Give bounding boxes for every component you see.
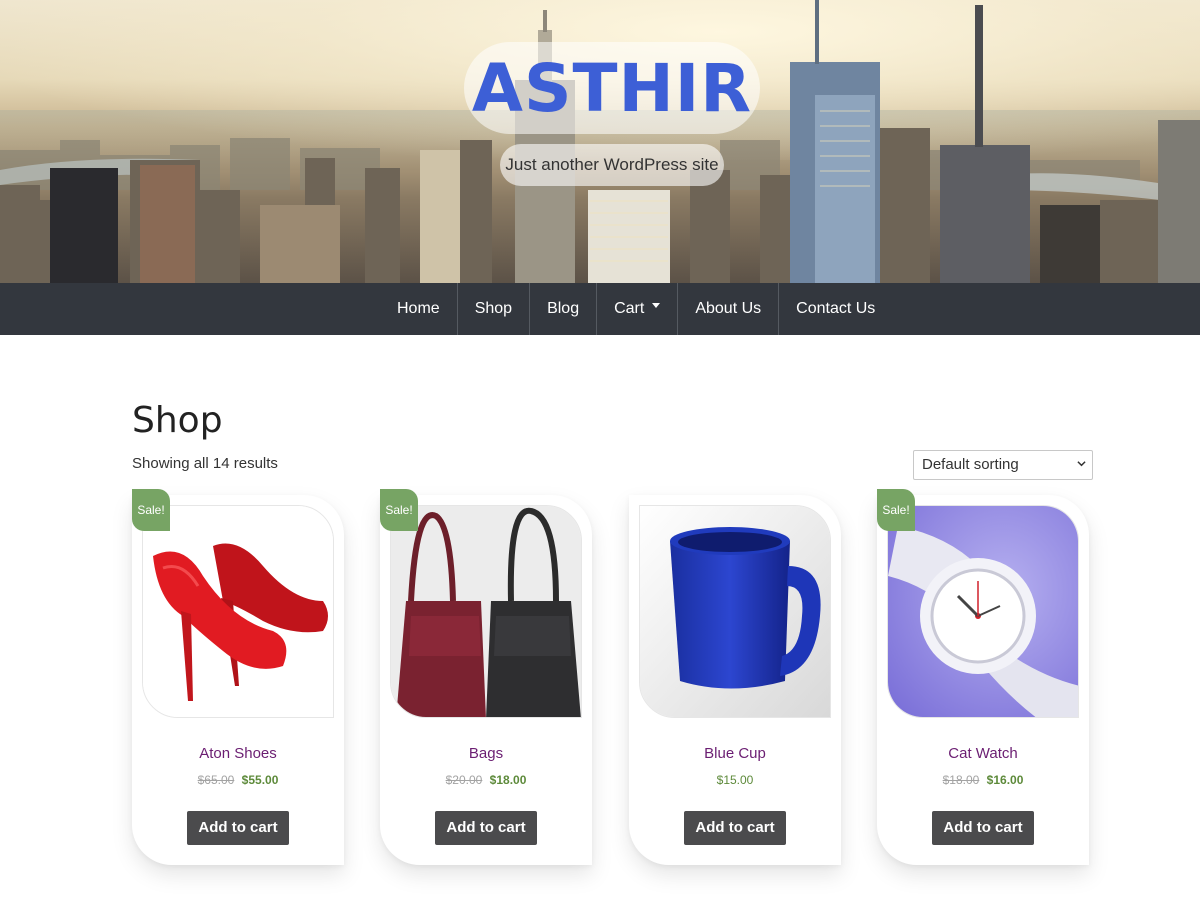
product-price: $18.00 $16.00 bbox=[877, 773, 1089, 787]
main-navigation: Home Shop Blog Cart About Us Contact Us bbox=[0, 283, 1200, 335]
dropdown-caret-icon[interactable] bbox=[652, 303, 661, 309]
sort-dropdown[interactable]: Default sorting bbox=[913, 450, 1093, 480]
chevron-down-icon bbox=[1077, 461, 1086, 467]
site-title[interactable]: ASTHIR bbox=[464, 50, 760, 127]
product-image-leather-bags[interactable] bbox=[390, 505, 582, 718]
product-title[interactable]: Cat Watch bbox=[877, 745, 1089, 762]
add-to-cart-button[interactable]: Add to cart bbox=[932, 811, 1034, 845]
add-to-cart-button[interactable]: Add to cart bbox=[684, 811, 786, 845]
add-to-cart-button[interactable]: Add to cart bbox=[435, 811, 537, 845]
header-banner: ASTHIR Just another WordPress site bbox=[0, 0, 1200, 283]
product-title[interactable]: Blue Cup bbox=[629, 745, 841, 762]
product-image-red-high-heels[interactable] bbox=[142, 505, 334, 718]
product-image-blue-mug[interactable] bbox=[639, 505, 831, 718]
nav-item-contact-us[interactable]: Contact Us bbox=[779, 283, 892, 335]
add-to-cart-button[interactable]: Add to cart bbox=[187, 811, 289, 845]
nav-item-cart[interactable]: Cart bbox=[597, 283, 679, 335]
product-price: $15.00 bbox=[629, 773, 841, 787]
nav-item-label: Contact Us bbox=[796, 300, 876, 317]
nav-item-home[interactable]: Home bbox=[380, 283, 458, 335]
nav-item-label: Shop bbox=[474, 300, 513, 317]
original-price: $65.00 bbox=[197, 773, 235, 787]
product-card[interactable]: Sale! Bags $20.00 $18.00 Add to cart bbox=[380, 489, 592, 865]
result-count: Showing all 14 results bbox=[132, 455, 278, 472]
sort-selected-value: Default sorting bbox=[922, 456, 1019, 473]
sale-price: $55.00 bbox=[241, 773, 279, 787]
product-card[interactable]: Blue Cup $15.00 Add to cart bbox=[629, 495, 841, 865]
sale-badge: Sale! bbox=[380, 489, 418, 531]
nav-item-label: About Us bbox=[695, 300, 762, 317]
original-price: $20.00 bbox=[445, 773, 483, 787]
product-card[interactable]: Sale! Aton Shoes $65.00 $55.00 Add to ca… bbox=[132, 489, 344, 865]
product-price: $65.00 $55.00 bbox=[132, 773, 344, 787]
original-price: $18.00 bbox=[942, 773, 980, 787]
nav-item-about-us[interactable]: About Us bbox=[678, 283, 780, 335]
site-tagline: Just another WordPress site bbox=[505, 155, 719, 174]
sale-price: $16.00 bbox=[986, 773, 1024, 787]
nav-item-label: Home bbox=[397, 300, 440, 317]
product-title[interactable]: Aton Shoes bbox=[132, 745, 344, 762]
nav-menu: Home Shop Blog Cart About Us Contact Us bbox=[380, 283, 892, 335]
sale-badge: Sale! bbox=[877, 489, 915, 531]
product-card[interactable]: Sale! Cat Watch $18.00 $16.00 Add to car… bbox=[877, 489, 1089, 865]
product-title[interactable]: Bags bbox=[380, 745, 592, 762]
sale-price: $18.00 bbox=[489, 773, 527, 787]
page-title: Shop bbox=[132, 400, 223, 441]
product-image-white-wristwatch[interactable] bbox=[887, 505, 1079, 718]
nav-item-label: Cart bbox=[614, 300, 645, 317]
nav-item-label: Blog bbox=[547, 300, 580, 317]
nav-item-blog[interactable]: Blog bbox=[530, 283, 598, 335]
product-price: $20.00 $18.00 bbox=[380, 773, 592, 787]
sale-badge: Sale! bbox=[132, 489, 170, 531]
nav-item-shop[interactable]: Shop bbox=[458, 283, 531, 335]
regular-price: $15.00 bbox=[716, 773, 754, 787]
